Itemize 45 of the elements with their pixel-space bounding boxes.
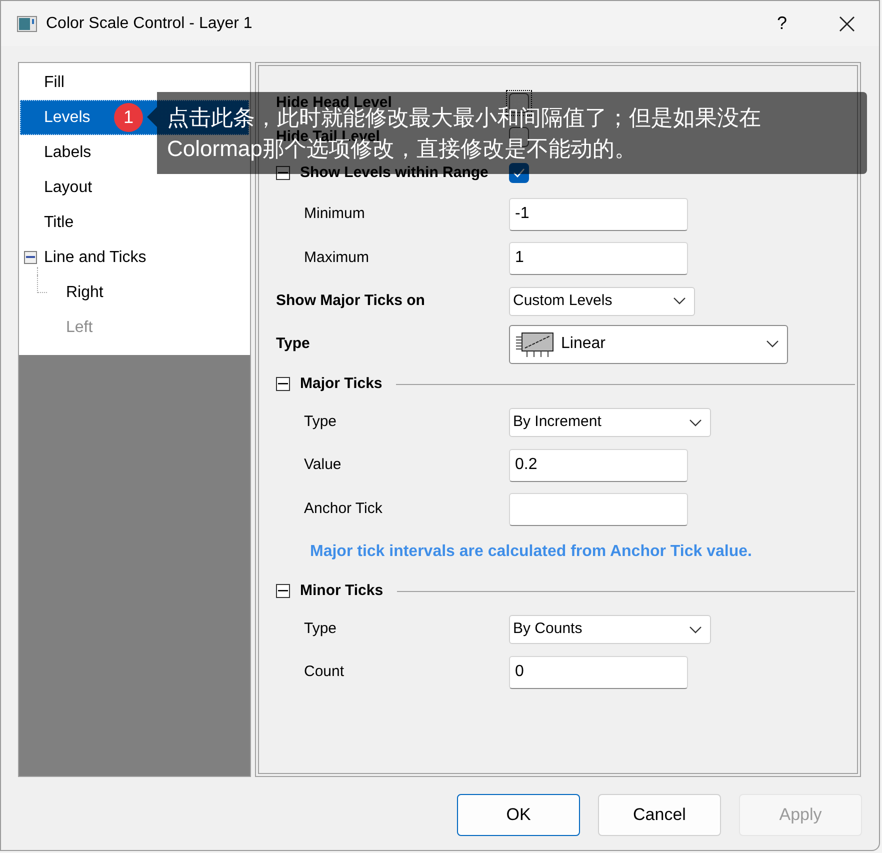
dropdown[interactable]: By Increment [509,408,711,437]
text-field[interactable]: -1 [509,198,688,230]
chevron-down-icon [689,418,702,426]
close-icon[interactable] [839,16,855,32]
tooltip-pointer [147,107,157,127]
tree-item[interactable]: Levels [44,106,90,130]
tree-item[interactable]: Fill [44,70,64,94]
collapse-icon[interactable] [24,251,37,264]
collapse-icon[interactable] [276,166,290,180]
text-field[interactable]: 0 [509,656,688,688]
tree-item[interactable]: Labels [44,140,92,164]
checkbox[interactable] [506,160,532,186]
text-field[interactable]: 1 [509,242,688,274]
field-label: Type [276,334,310,352]
field-label: Value [304,456,342,473]
field-label: Type [304,413,337,430]
tree-item[interactable]: Line and Ticks [44,246,146,270]
field-label: Type [304,620,337,638]
chevron-down-icon [766,340,779,348]
field-label: Count [304,662,344,680]
app-icon [17,16,37,32]
chevron-down-icon [689,626,702,634]
field-label: Show Major Ticks on [276,292,425,309]
window-title: Color Scale Control - Layer 1 [46,14,252,34]
dialog-button[interactable]: OK [457,794,580,836]
collapse-icon[interactable] [276,584,290,598]
text-field[interactable]: 0.2 [509,448,688,482]
tree-item[interactable]: Right [66,280,104,304]
tree-item[interactable]: Title [44,210,74,234]
section-header: Minor Ticks [300,580,384,601]
dropdown[interactable]: Linear [509,324,788,364]
help-button[interactable]: ? [776,10,787,37]
field-label: Minimum [304,204,365,222]
dialog-button[interactable]: Cancel [598,794,721,836]
text-field[interactable] [509,492,688,526]
collapse-icon[interactable] [276,377,290,391]
dropdown[interactable]: Custom Levels [509,286,695,316]
field-label: Anchor Tick [304,500,382,517]
tree-item[interactable]: Layout [44,176,92,200]
chevron-down-icon [673,297,686,305]
field-label: Maximum [304,248,370,266]
dropdown[interactable]: By Counts [509,615,711,644]
info-note: Major tick intervals are calculated from Anchor Tick value. [309,542,752,562]
check-icon [513,168,525,178]
section-header: Major Ticks [300,374,382,394]
